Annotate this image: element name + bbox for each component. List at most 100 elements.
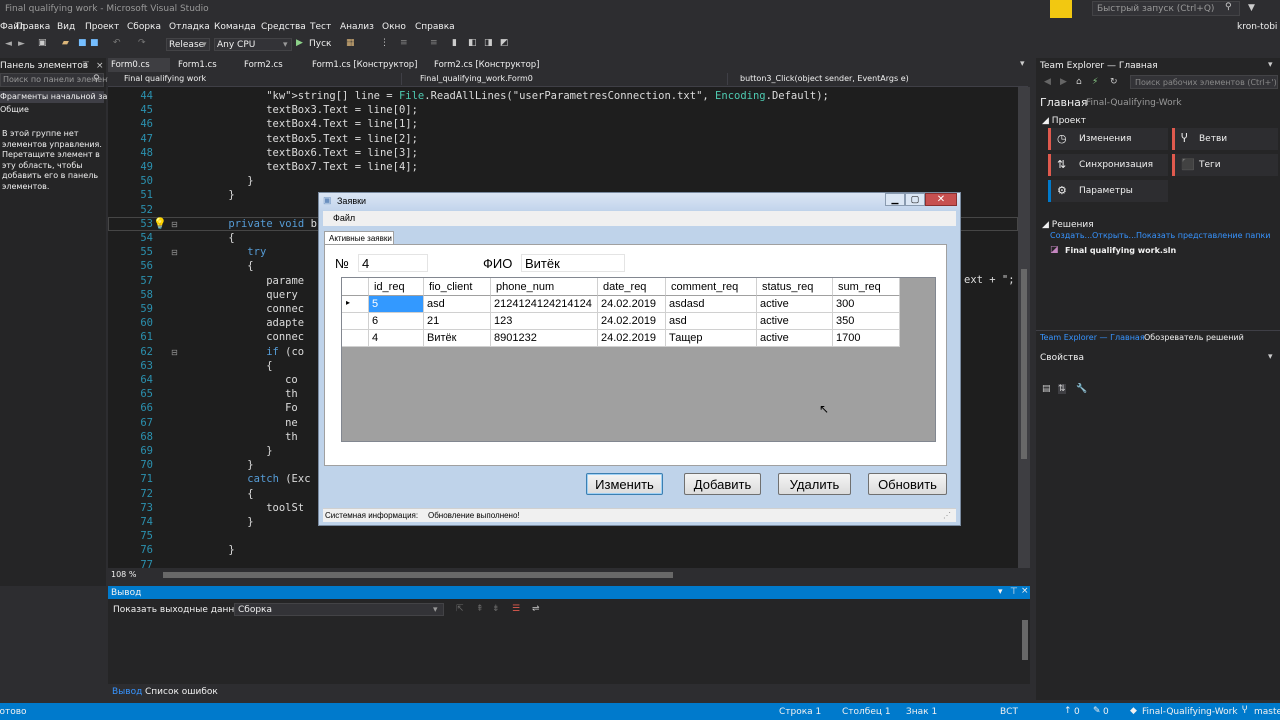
indent-icon[interactable]: ≡	[400, 38, 408, 48]
quick-launch-input[interactable]: Быстрый запуск (Ctrl+Q) ⚲	[1092, 1, 1240, 16]
pencil-icon[interactable]: ✎	[1093, 706, 1101, 716]
requests-grid[interactable]: id_req fio_client phone_num date_req com…	[341, 277, 936, 442]
column-header[interactable]: date_req	[598, 278, 666, 296]
table-cell[interactable]: asd	[666, 313, 757, 330]
run-button[interactable]: ▶ Пуск	[296, 38, 340, 52]
tab-form1[interactable]: Form1.cs	[178, 60, 217, 70]
bookmark-icon[interactable]: ▮	[452, 38, 457, 48]
solutions-section-header[interactable]: ◢ Решения	[1042, 220, 1094, 230]
status-changes-count[interactable]: 0	[1103, 707, 1109, 717]
table-cell[interactable]: 24.02.2019	[598, 313, 666, 330]
table-cell[interactable]: 350	[833, 313, 900, 330]
platform-select[interactable]: Any CPU ▾	[214, 38, 292, 51]
table-cell[interactable]: 300	[833, 296, 900, 313]
status-pending-count[interactable]: 0	[1074, 707, 1080, 717]
filter-icon[interactable]: ▼	[1248, 3, 1255, 13]
table-cell[interactable]: 6	[369, 313, 424, 330]
toolbox-general[interactable]: Общие	[0, 105, 29, 114]
categorized-icon[interactable]: ▤	[1042, 384, 1051, 394]
branches-button[interactable]: Ⴤ Ветви	[1172, 128, 1278, 150]
prev-message-icon[interactable]: ⇞	[476, 604, 484, 614]
back-icon[interactable]: ◀	[1044, 77, 1051, 87]
refresh-button[interactable]: Обновить	[868, 473, 947, 495]
table-cell[interactable]: 4	[369, 330, 424, 347]
forward-icon[interactable]: ►	[18, 39, 25, 49]
tab-output[interactable]: Вывод	[112, 687, 142, 697]
new-project-icon[interactable]: ▣	[38, 38, 47, 48]
project-dropdown[interactable]: Final qualifying work	[112, 73, 402, 85]
add-button[interactable]: Добавить	[684, 473, 761, 495]
table-cell[interactable]: asd	[424, 296, 491, 313]
tab-dropdown-icon[interactable]: ▾	[1020, 59, 1025, 69]
menu-help[interactable]: Справка	[415, 22, 455, 32]
save-all-icon[interactable]: ■	[90, 38, 99, 48]
output-scroll-thumb[interactable]	[1022, 620, 1028, 660]
table-cell[interactable]: 24.02.2019	[598, 296, 666, 313]
refresh-icon[interactable]: ↻	[1110, 77, 1118, 87]
clear-all-icon[interactable]: ☰	[512, 604, 520, 614]
row-selector-icon[interactable]: ▸	[342, 296, 369, 313]
status-branch[interactable]: master	[1254, 707, 1280, 717]
zoom-level[interactable]: 108 %	[111, 570, 136, 579]
output-source-select[interactable]: Сборка ▾	[234, 603, 444, 616]
table-cell[interactable]: Тащер	[666, 330, 757, 347]
tab-team-explorer[interactable]: Team Explorer — Главная	[1040, 333, 1145, 342]
menu-debug[interactable]: Отладка	[169, 22, 210, 32]
changes-button[interactable]: ◷ Изменения	[1048, 128, 1168, 150]
tab-solution-explorer[interactable]: Обозреватель решений	[1144, 333, 1244, 342]
pin-icon[interactable]: ⊤	[82, 61, 90, 71]
menu-tools[interactable]: Средства	[261, 22, 306, 32]
menu-project[interactable]: Проект	[85, 22, 119, 32]
member-dropdown[interactable]: button3_Click(object sender, EventArgs e…	[728, 73, 1018, 85]
comment-icon[interactable]: ≡	[430, 38, 438, 48]
table-cell[interactable]: Витёк	[424, 330, 491, 347]
sync-button[interactable]: ⇅ Синхронизация	[1048, 154, 1168, 176]
tab-form0[interactable]: Form0.cs	[111, 60, 150, 70]
fio-input[interactable]: Витёк	[521, 254, 625, 272]
pin-icon[interactable]: ⊤	[1010, 587, 1018, 597]
tab-form1-designer[interactable]: Form1.cs [Конструктор]	[312, 60, 417, 70]
menu-view[interactable]: Вид	[57, 22, 75, 32]
minimize-button[interactable]: ▁	[885, 193, 905, 206]
bookmark-next-icon[interactable]: ◨	[484, 38, 493, 48]
scroll-thumb[interactable]	[1021, 269, 1027, 459]
connect-icon[interactable]: ⚡	[1092, 77, 1098, 87]
property-pages-icon[interactable]: 🔧	[1076, 384, 1087, 394]
back-icon[interactable]: ◄	[5, 39, 12, 49]
open-folder-icon[interactable]: ▰	[62, 38, 69, 48]
menu-analyze[interactable]: Анализ	[340, 22, 374, 32]
tags-button[interactable]: ⬛ Теги	[1172, 154, 1278, 176]
toolbox-search-input[interactable]: Поиск по панели элементов ⚲	[0, 73, 122, 87]
table-cell[interactable]: asdasd	[666, 296, 757, 313]
edit-button[interactable]: Изменить	[586, 473, 663, 495]
column-header[interactable]: id_req	[369, 278, 424, 296]
open-link[interactable]: Открыть...	[1092, 231, 1136, 240]
delete-button[interactable]: Удалить	[778, 473, 851, 495]
column-header[interactable]: comment_req	[666, 278, 757, 296]
solution-item[interactable]: ◪ Final qualifying work.sln	[1050, 245, 1250, 257]
column-header[interactable]: status_req	[757, 278, 833, 296]
work-items-search-input[interactable]: Поиск рабочих элементов (Ctrl+')	[1130, 75, 1278, 89]
redo-icon[interactable]: ↷	[138, 38, 146, 48]
table-cell[interactable]: 1700	[833, 330, 900, 347]
column-header[interactable]: fio_client	[424, 278, 491, 296]
row-selector[interactable]	[342, 330, 369, 347]
status-repo[interactable]: Final-Qualifying-Work	[1142, 707, 1238, 717]
number-input[interactable]: 4	[358, 254, 428, 272]
table-cell[interactable]: 123	[491, 313, 598, 330]
word-wrap-icon[interactable]: ⇌	[532, 604, 540, 614]
forward-icon[interactable]: ▶	[1060, 77, 1067, 87]
table-cell[interactable]: active	[757, 296, 833, 313]
tab-form2[interactable]: Form2.cs	[244, 60, 283, 70]
config-select[interactable]: Release ▾	[166, 38, 210, 51]
column-header[interactable]: sum_req	[833, 278, 900, 296]
chevron-down-icon[interactable]: ▾	[998, 587, 1003, 597]
settings-button[interactable]: ⚙ Параметры	[1048, 180, 1168, 202]
notification-flag-icon[interactable]	[1050, 0, 1072, 18]
attach-icon[interactable]: ▦	[346, 38, 355, 48]
menu-edit[interactable]: Правка	[16, 22, 50, 32]
chevron-down-icon[interactable]: ▾	[1268, 60, 1273, 70]
table-cell[interactable]: active	[757, 313, 833, 330]
bookmark-prev-icon[interactable]: ◧	[468, 38, 477, 48]
row-selector[interactable]	[342, 313, 369, 330]
